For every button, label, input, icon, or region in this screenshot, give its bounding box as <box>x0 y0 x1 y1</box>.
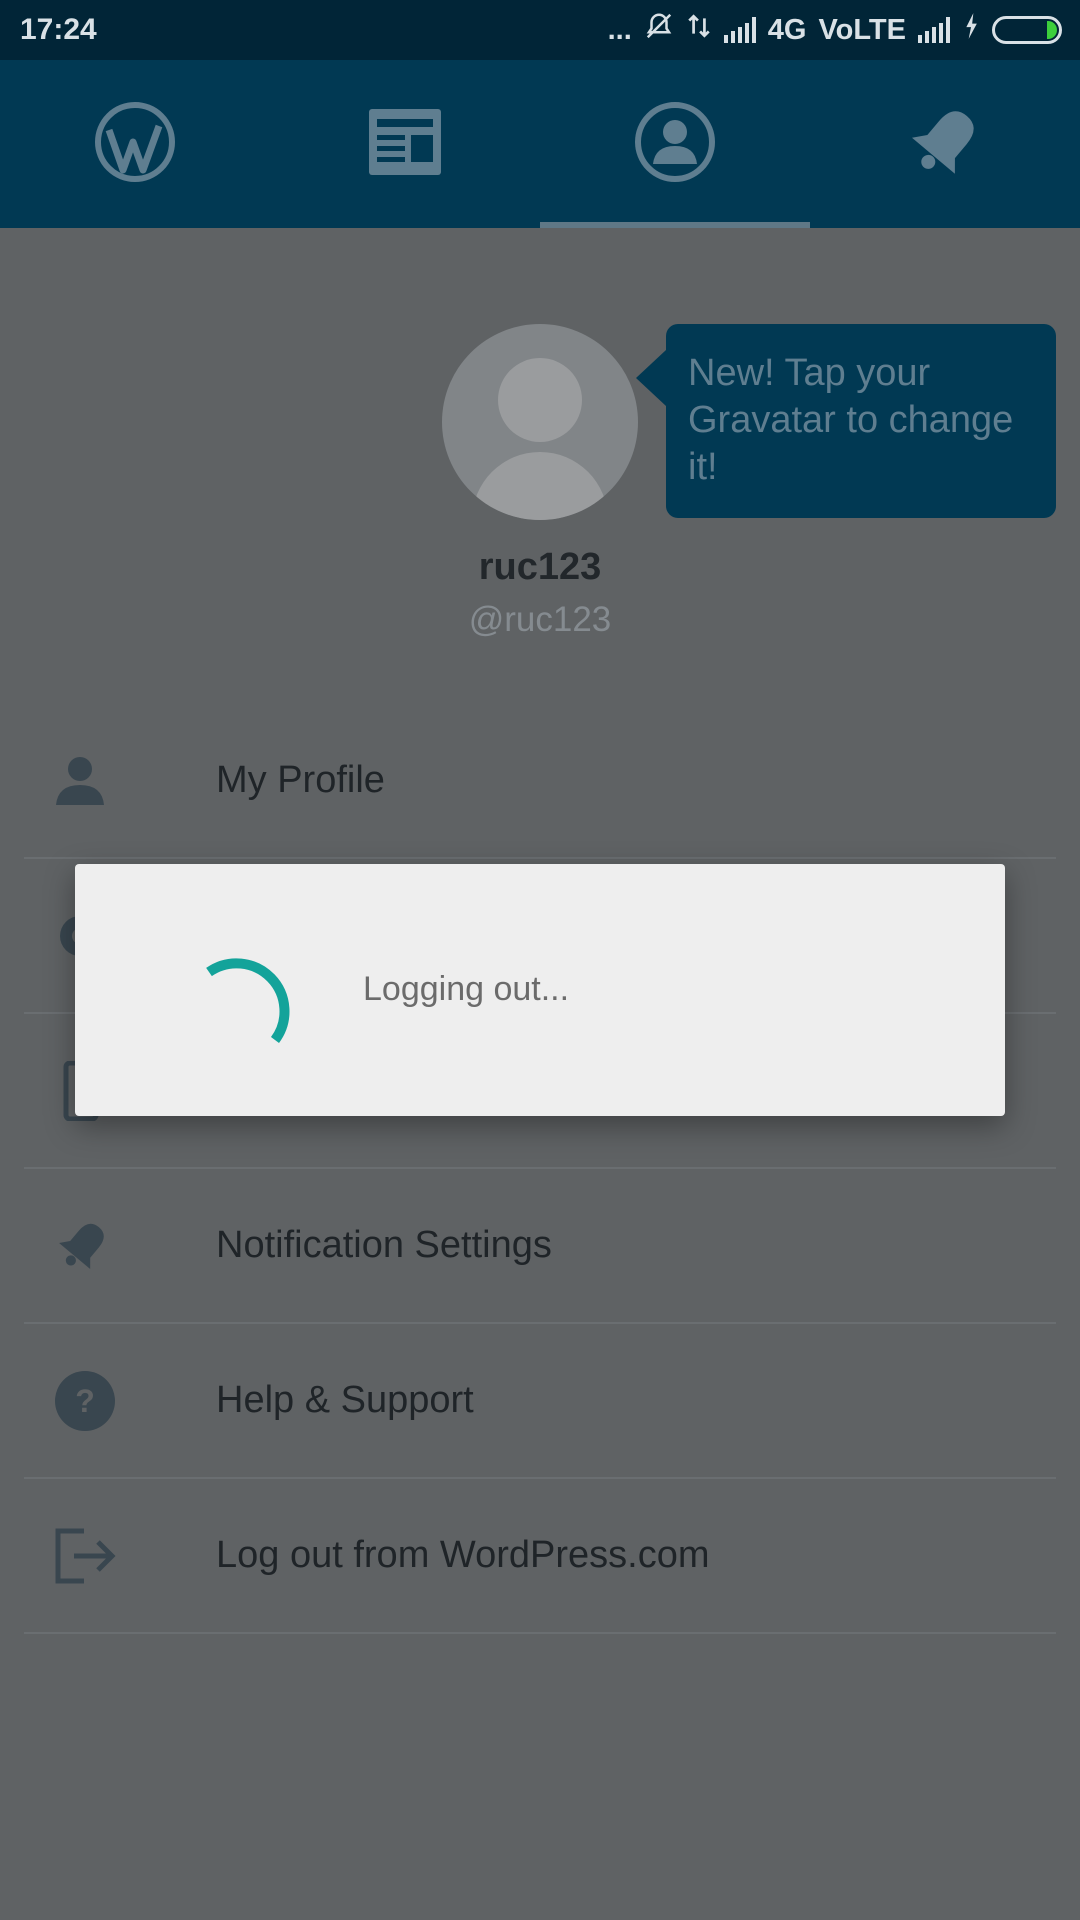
wordpress-icon <box>93 100 177 189</box>
avatar-head <box>498 358 582 442</box>
svg-text:?: ? <box>75 1383 95 1419</box>
menu-item-help-support[interactable]: ? Help & Support <box>24 1324 1056 1479</box>
person-icon <box>24 703 144 858</box>
silent-bell-icon <box>644 11 674 49</box>
logout-icon <box>24 1478 144 1633</box>
avatar-body <box>472 452 608 520</box>
status-bar: 17:24 ... 4G VoLTE <box>0 0 1080 60</box>
volte-label: VoLTE <box>818 13 906 46</box>
logging-out-dialog: Logging out... <box>75 864 1005 1116</box>
notifications-icon <box>905 102 985 187</box>
tab-bar <box>0 60 1080 228</box>
gravatar-tooltip[interactable]: New! Tap your Gravatar to change it! <box>636 324 1056 518</box>
tooltip-text: New! Tap your Gravatar to change it! <box>688 352 1014 488</box>
tab-reader[interactable] <box>270 60 540 228</box>
tab-my-site[interactable] <box>0 60 270 228</box>
signal-icon <box>723 17 756 43</box>
bell-icon <box>24 1168 144 1323</box>
help-icon: ? <box>24 1323 144 1478</box>
menu-label-my-profile: My Profile <box>216 759 385 801</box>
tab-me[interactable] <box>540 60 810 228</box>
display-name: ruc123 <box>478 546 602 588</box>
reader-icon <box>367 107 443 182</box>
status-dots: ... <box>607 13 632 46</box>
profile-icon <box>633 100 717 189</box>
charging-icon <box>962 12 980 48</box>
menu-item-notification-settings[interactable]: Notification Settings <box>24 1169 1056 1324</box>
menu-label-logout: Log out from WordPress.com <box>216 1534 710 1576</box>
menu-label-help-support: Help & Support <box>216 1379 474 1421</box>
menu-item-my-profile[interactable]: My Profile <box>24 704 1056 859</box>
gravatar-avatar[interactable] <box>442 324 638 520</box>
data-transfer-icon <box>686 12 712 48</box>
status-icons: ... 4G VoLTE <box>608 11 1062 49</box>
status-time: 17:24 <box>20 13 97 46</box>
username-handle: @ruc123 <box>468 600 612 639</box>
battery-icon <box>992 16 1062 44</box>
dialog-message: Logging out... <box>363 970 570 1008</box>
me-menu: My Profile Notification Settings ? Help … <box>24 704 1056 1634</box>
menu-label-notification-settings: Notification Settings <box>216 1224 552 1266</box>
progress-spinner-icon <box>177 918 327 1068</box>
signal-icon-2 <box>918 17 950 43</box>
network-type: 4G <box>767 13 807 46</box>
menu-item-logout[interactable]: Log out from WordPress.com <box>24 1479 1056 1634</box>
tab-notifications[interactable] <box>810 60 1080 228</box>
